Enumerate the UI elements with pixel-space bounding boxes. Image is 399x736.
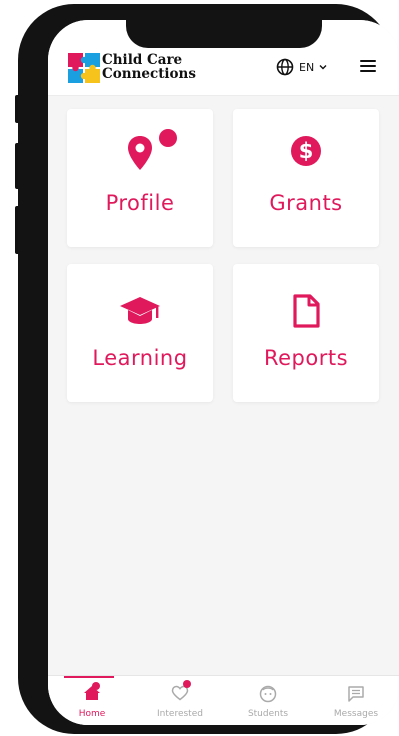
tab-label: Interested	[157, 709, 203, 719]
language-selector[interactable]: EN	[276, 56, 327, 78]
message-icon	[348, 686, 364, 702]
tab-label: Students	[247, 709, 289, 719]
svg-text:$: $	[299, 139, 314, 163]
profile-card[interactable]: Profile	[67, 109, 213, 247]
document-icon	[293, 294, 320, 328]
card-label: Profile	[105, 191, 175, 215]
tab-messages[interactable]: Messages	[312, 676, 399, 725]
card-icon-wrap	[233, 294, 379, 330]
map-pin-icon	[128, 136, 152, 170]
puzzle-logo-icon[interactable]	[68, 53, 100, 83]
hamburger-menu-icon[interactable]	[360, 60, 376, 74]
globe-icon	[276, 58, 294, 76]
tab-home[interactable]: Home	[48, 676, 136, 725]
app-screen: Child Care Connections EN Profile $ Gran…	[48, 20, 399, 725]
card-label: Grants	[269, 191, 343, 215]
dollar-circle-icon: $	[291, 136, 321, 166]
learning-card[interactable]: Learning	[67, 264, 213, 402]
tab-label: Messages	[333, 709, 379, 719]
brand-name: Child Care Connections	[102, 53, 196, 81]
card-label: Reports	[263, 346, 349, 370]
card-icon-wrap: $	[233, 135, 379, 171]
reports-card[interactable]: Reports	[233, 264, 379, 402]
phone-frame: Child Care Connections EN Profile $ Gran…	[18, 4, 399, 734]
phone-notch	[126, 20, 322, 48]
child-face-icon	[259, 685, 277, 703]
tab-students[interactable]: Students	[224, 676, 312, 725]
card-icon-wrap	[67, 135, 213, 171]
tab-icon-wrap	[136, 685, 224, 703]
card-icon-wrap	[67, 296, 213, 332]
notification-dot	[159, 129, 177, 147]
tab-interested[interactable]: Interested	[136, 676, 224, 725]
tab-label: Home	[78, 709, 106, 719]
language-code: EN	[299, 60, 315, 74]
grants-card[interactable]: $ Grants	[233, 109, 379, 247]
tab-icon-wrap	[312, 685, 399, 703]
graduation-cap-icon	[120, 297, 160, 324]
brand-line-1: Child Care	[102, 52, 183, 68]
tab-icon-wrap	[224, 685, 312, 703]
card-label: Learning	[92, 346, 188, 370]
notification-dot	[183, 680, 191, 688]
bottom-tab-bar: Home Interested Students Messages	[48, 675, 399, 725]
chevron-down-icon	[319, 65, 327, 70]
notification-dot	[92, 682, 100, 690]
brand-line-2: Connections	[102, 66, 196, 82]
